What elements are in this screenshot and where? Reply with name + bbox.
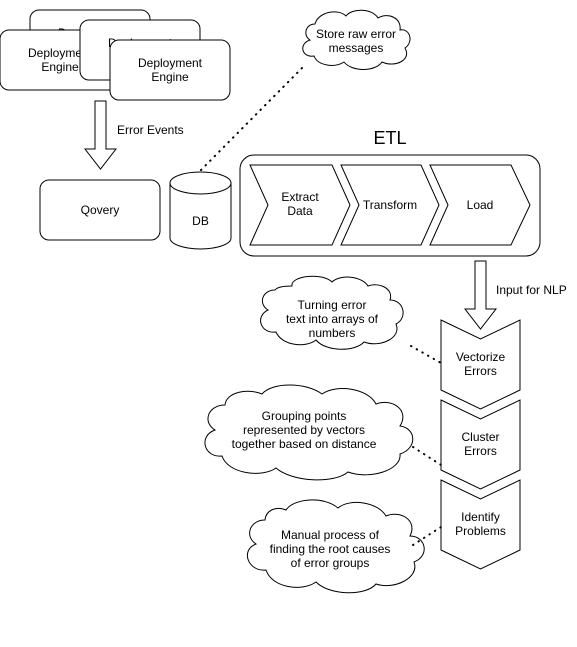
cloud-text: finding the root causes — [270, 542, 391, 556]
nlp-step-cluster[interactable]: Cluster Errors — [440, 399, 521, 490]
cloud-text: of error groups — [291, 556, 370, 570]
nlp-step-label: Cluster — [461, 430, 499, 444]
nlp-step-label: Problems — [455, 524, 506, 538]
qovery-label: Qovery — [81, 203, 120, 217]
deployment-engine-stack: Deployment Deployment Engine Deployment … — [0, 9, 231, 101]
identify-explanation-cloud: Manual process of finding the root cause… — [246, 499, 425, 594]
cloud-text: Turning error — [298, 298, 367, 312]
cloud-text: together based on distance — [232, 437, 377, 451]
vectorize-connector — [410, 345, 442, 364]
diagram-canvas: Deployment Deployment Engine Deployment … — [0, 9, 567, 594]
db-cylinder[interactable]: DB — [169, 171, 232, 250]
store-raw-errors-cloud: Store raw error messages — [302, 9, 411, 70]
cloud-text: Store raw error — [316, 27, 396, 41]
cloud-text: numbers — [309, 326, 356, 340]
error-events-label: Error Events — [117, 123, 184, 137]
cloud-text: Manual process of — [281, 528, 380, 542]
nlp-step-label: Identify — [461, 510, 500, 524]
nlp-step-label: Vectorize — [456, 350, 506, 364]
qovery-box[interactable]: Qovery — [39, 179, 161, 241]
error-events-arrow — [83, 100, 118, 170]
etl-step-label: Data — [287, 204, 313, 218]
cloud-text: represented by vectors — [243, 423, 365, 437]
nlp-step-label: Errors — [464, 364, 497, 378]
cluster-connector — [412, 446, 442, 466]
nlp-step-label: Errors — [464, 444, 497, 458]
cloud-text: Grouping points — [262, 409, 347, 423]
deployment-engine-label: Engine — [151, 70, 189, 84]
cloud-text: messages — [329, 41, 384, 55]
etl-step-label: Load — [467, 198, 494, 212]
etl-title: ETL — [373, 128, 406, 148]
nlp-step-vectorize[interactable]: Vectorize Errors — [440, 319, 521, 410]
etl-step-label: Extract — [281, 190, 319, 204]
deployment-engine-label: Engine — [41, 60, 79, 74]
deployment-engine-label: Deployment — [138, 56, 203, 70]
cluster-explanation-cloud: Grouping points represented by vectors t… — [204, 384, 414, 481]
deployment-engine-box[interactable]: Deployment Engine — [109, 39, 231, 101]
nlp-step-identify[interactable]: Identify Problems — [440, 479, 521, 570]
etl-step-label: Transform — [363, 198, 417, 212]
input-for-nlp-label: Input for NLP — [496, 283, 567, 297]
db-label: DB — [192, 214, 209, 228]
cloud-text: text into arrays of — [286, 312, 379, 326]
vectorize-explanation-cloud: Turning error text into arrays of number… — [260, 275, 404, 350]
input-for-nlp-arrow — [463, 260, 498, 330]
